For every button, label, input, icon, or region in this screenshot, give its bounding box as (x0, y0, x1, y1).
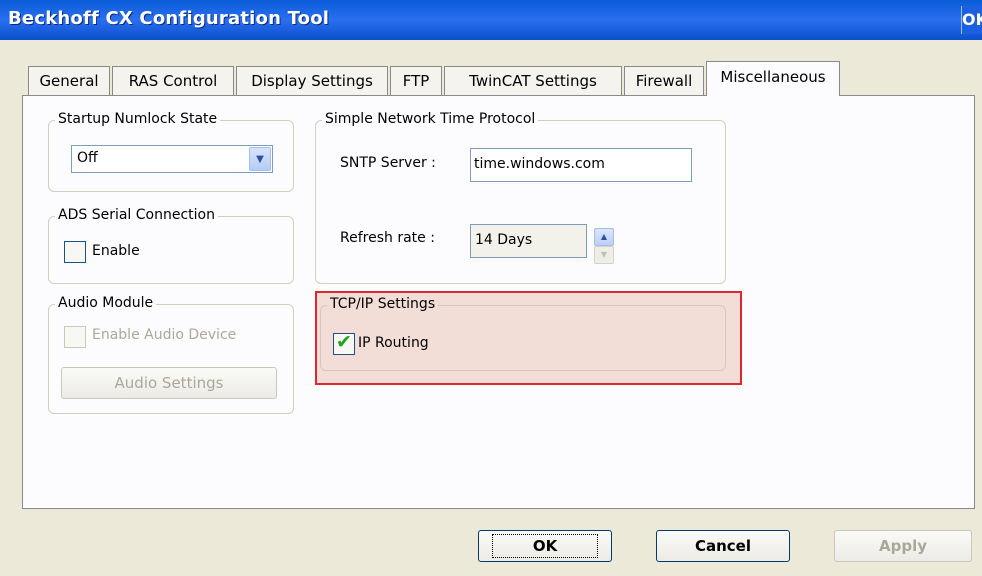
tab-firewall[interactable]: Firewall (624, 66, 704, 95)
spin-up-icon[interactable]: ▲ (594, 228, 614, 246)
audio-legend: Audio Module (55, 295, 157, 311)
ok-label: OK (491, 534, 599, 558)
sntp-server-input[interactable]: time.windows.com (470, 148, 692, 182)
ip-routing-label: IP Routing (358, 335, 429, 351)
sntp-legend: Simple Network Time Protocol (322, 111, 539, 127)
sntp-group: Simple Network Time Protocol (315, 111, 726, 284)
numlock-legend: Startup Numlock State (55, 111, 221, 127)
numlock-value: Off (77, 150, 98, 166)
ads-legend: ADS Serial Connection (55, 207, 218, 223)
chevron-down-icon[interactable]: ▼ (249, 147, 271, 171)
cancel-button[interactable]: Cancel (656, 530, 790, 562)
refresh-rate-input[interactable]: 14 Days (470, 224, 587, 258)
numlock-select[interactable]: Off ▼ (71, 145, 273, 173)
title-bar: Beckhoff CX Configuration Tool OK (0, 0, 982, 40)
ads-enable-checkbox[interactable] (64, 241, 86, 263)
sntp-server-value: time.windows.com (474, 156, 605, 172)
checkmark-icon: ✔ (336, 331, 352, 353)
numlock-group: Startup Numlock State Off ▼ (48, 111, 294, 192)
refresh-rate-label: Refresh rate : (340, 230, 435, 246)
audio-settings-button[interactable]: Audio Settings (61, 367, 277, 399)
tab-ras-control[interactable]: RAS Control (112, 66, 234, 95)
refresh-rate-spinner[interactable]: ▲ ▼ (594, 228, 614, 264)
tab-miscellaneous[interactable]: Miscellaneous (706, 61, 840, 96)
ip-routing-checkbox[interactable]: ✔ (333, 331, 355, 355)
ok-button[interactable]: OK (478, 530, 612, 562)
tcpip-legend: TCP/IP Settings (327, 296, 439, 312)
sntp-server-label: SNTP Server : (340, 155, 436, 171)
refresh-rate-value: 14 Days (475, 232, 533, 248)
title-ok-button[interactable]: OK (961, 6, 982, 34)
audio-enable-label: Enable Audio Device (92, 327, 237, 343)
window-title: Beckhoff CX Configuration Tool (8, 8, 330, 29)
ads-enable-label: Enable (92, 243, 140, 259)
tab-twincat-settings[interactable]: TwinCAT Settings (444, 66, 622, 95)
tab-general[interactable]: General (28, 66, 110, 95)
tab-display-settings[interactable]: Display Settings (236, 66, 388, 95)
apply-button[interactable]: Apply (834, 530, 972, 562)
audio-enable-checkbox[interactable] (64, 326, 86, 348)
spin-down-icon[interactable]: ▼ (594, 246, 614, 264)
tab-ftp[interactable]: FTP (390, 66, 442, 95)
